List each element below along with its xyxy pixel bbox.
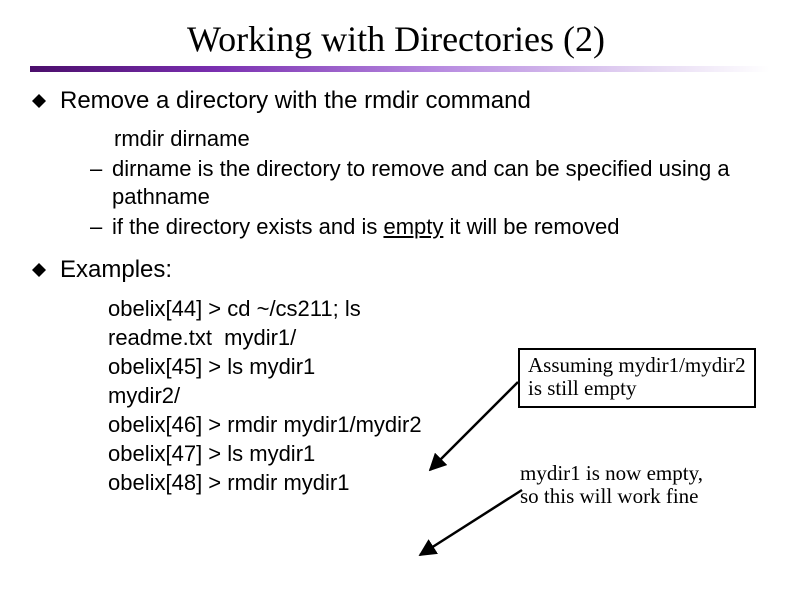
code-line: rmdir dirname	[114, 125, 762, 153]
bullet-2-text: Examples:	[60, 255, 762, 286]
dash-icon: –	[90, 155, 112, 183]
sub-2-pre: if the directory exists and is	[112, 214, 383, 239]
callout-2-line-1: mydir1 is now empty,	[520, 462, 756, 485]
callout-box-1: Assuming mydir1/mydir2 is still empty	[518, 348, 756, 408]
sub-bullet-2: – if the directory exists and is empty i…	[90, 213, 762, 241]
callout-1-line-2: is still empty	[528, 377, 746, 400]
slide: Working with Directories (2) Remove a di…	[0, 0, 792, 612]
bullet-item-1: Remove a directory with the rmdir comman…	[30, 86, 762, 117]
callout-2-line-2: so this will work fine	[520, 485, 756, 508]
sub-bullet-1: – dirname is the directory to remove and…	[90, 155, 762, 211]
title-underline	[30, 66, 770, 72]
bullet-item-2: Examples:	[30, 255, 762, 286]
callout-text-2: mydir1 is now empty, so this will work f…	[518, 462, 756, 508]
sub-1-text: dirname is the directory to remove and c…	[112, 155, 762, 211]
sub-block-1: rmdir dirname – dirname is the directory…	[90, 125, 762, 242]
slide-title: Working with Directories (2)	[30, 18, 762, 60]
bullet-1-text: Remove a directory with the rmdir comman…	[60, 86, 762, 117]
example-line: obelix[44] > cd ~/cs211; ls	[108, 294, 762, 323]
diamond-bullet-icon	[30, 255, 60, 286]
callouts: Assuming mydir1/mydir2 is still empty my…	[518, 348, 756, 508]
diamond-bullet-icon	[30, 86, 60, 117]
sub-2-underline: empty	[383, 214, 443, 239]
sub-2-text: if the directory exists and is empty it …	[112, 213, 762, 241]
sub-2-post: it will be removed	[443, 214, 619, 239]
dash-icon: –	[90, 213, 112, 241]
callout-1-line-1: Assuming mydir1/mydir2	[528, 354, 746, 377]
